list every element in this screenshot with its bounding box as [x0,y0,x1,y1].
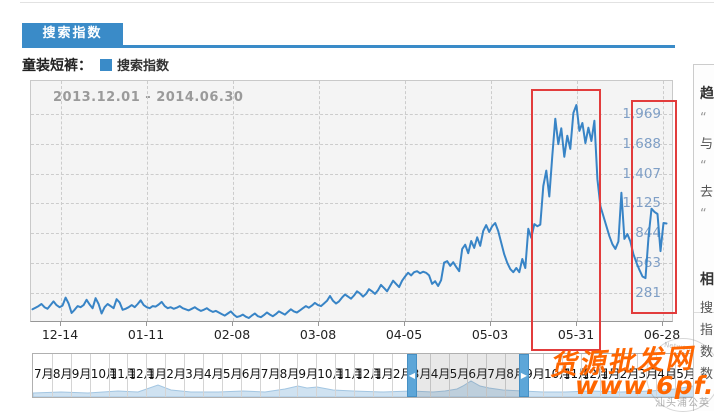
x-axis-tick [662,322,663,326]
scrubber-month-label: 7月 [34,367,54,381]
scrubber-month-label: 4月 [204,367,224,381]
x-axis-tick [404,322,405,326]
sidebar-text-fragment: 相 [700,269,714,289]
sidebar-text-fragment: 趋 [700,83,714,103]
scrubber-month-label: 8月 [280,367,300,381]
sidebar-text-fragment: “ [700,207,707,222]
scrubber-month-label: 9月 [72,367,92,381]
x-axis-tick [60,322,61,326]
scrubber-month-label: 1月 [374,367,394,381]
chart-legend: 童装短裤： 搜索指数 [22,55,169,73]
x-axis-label: 02-08 [197,327,267,342]
sidebar-text-fragment: 搜 [700,297,713,316]
legend-swatch-icon [100,59,112,71]
watermark-site-url: www.6pf.cn [575,371,714,400]
scrubber-month-label: 9月 [298,367,318,381]
scrubber-month-label: 2月 [166,367,186,381]
scrubber-month-label: 7月 [261,367,281,381]
top-divider [20,2,714,3]
keyword-label: 童装短裤： [22,58,92,74]
sidebar-text-fragment: 去 [700,181,713,200]
sidebar-text-fragment: 指 [700,319,713,338]
scrubber-month-label: 1月 [147,367,167,381]
tab-search-index[interactable]: 搜索指数 [22,23,123,45]
x-axis-label: 04-05 [369,327,439,342]
sidebar-text-fragment: “ [700,159,707,174]
highlight-box-may-surge [531,89,601,351]
x-axis-tick [146,322,147,326]
tab-label: 搜索指数 [42,26,102,41]
x-axis-label: 05-03 [455,327,525,342]
tab-underline [22,45,675,48]
scrubber-month-label: 5月 [223,367,243,381]
x-axis-tick [232,322,233,326]
x-axis-tick [490,322,491,326]
sidebar-text-fragment: 与 [700,133,713,152]
x-axis-label: 01-11 [111,327,181,342]
scrubber-month-label: 8月 [53,367,73,381]
scrubber-month-label: 6月 [242,367,262,381]
x-axis-tick [318,322,319,326]
scrubber-month-label: 3月 [185,367,205,381]
x-axis-label: 12-14 [25,327,95,342]
scrubber-left-handle[interactable]: ◀ [407,354,417,397]
highlight-box-june-decline [631,100,677,314]
x-axis-label: 03-08 [283,327,353,342]
legend-series-label: 搜索指数 [117,59,169,74]
scrubber-selected-window[interactable] [417,354,519,397]
scrubber-right-handle[interactable]: ▶ [519,354,529,397]
sidebar-text-fragment: “ [700,111,707,126]
